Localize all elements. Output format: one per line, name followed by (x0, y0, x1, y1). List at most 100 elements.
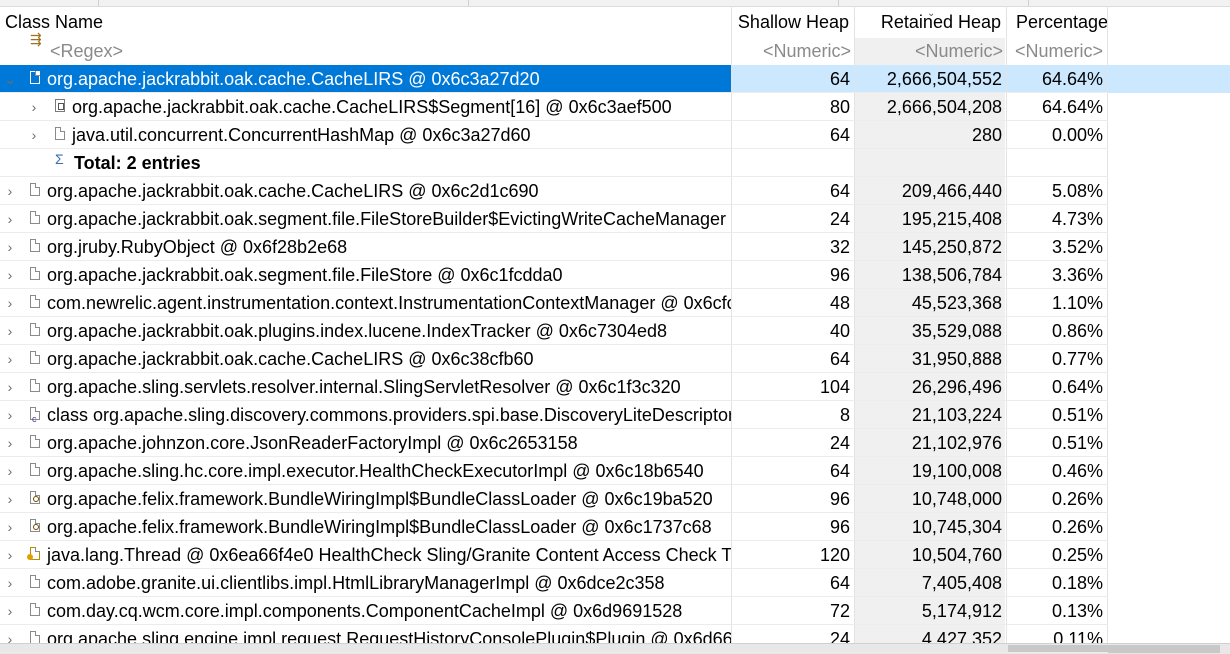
chevron-right-icon[interactable]: › (27, 121, 41, 149)
row-shallow: 64 (829, 181, 850, 201)
row-shallow: 24 (829, 433, 850, 453)
column-divider[interactable] (1006, 6, 1007, 646)
top-tab-strip (0, 0, 1230, 7)
sigma-icon: Σ (55, 151, 64, 167)
table-row[interactable]: › class org.apache.sling.discovery.common… (0, 401, 1230, 429)
chevron-right-icon[interactable]: › (3, 373, 17, 401)
row-shallow: 32 (829, 237, 850, 257)
table-header: Class Name Shallow Heap ⌄ Retained Heap P… (0, 8, 1230, 36)
table-row-selected[interactable]: ⌄ org.apache.jackrabbit.oak.cache.CacheL… (0, 65, 1230, 93)
table-row[interactable]: › com.adobe.granite.ui.clientlibs.impl.Ht… (0, 569, 1230, 597)
chevron-right-icon[interactable]: › (3, 345, 17, 373)
selected-row-name-cell: ⌄ org.apache.jackrabbit.oak.cache.CacheL… (0, 65, 731, 93)
regex-filter-input[interactable]: <Regex> (50, 37, 350, 65)
row-name: org.jruby.RubyObject @ 0x6f28b2e68 (47, 237, 348, 257)
row-divider (0, 344, 1108, 345)
row-name-cell: › org.jruby.RubyObject @ 0x6f28b2e68 (0, 233, 731, 261)
table-row[interactable]: › org.jruby.RubyObject @ 0x6f28b2e68 32 145… (0, 233, 1230, 261)
column-header-percentage[interactable]: Percentage (1006, 8, 1107, 36)
row-percentage: 0.18% (1051, 573, 1103, 593)
column-divider[interactable] (854, 6, 855, 646)
row-retained: 21,102,976 (911, 433, 1002, 453)
chevron-right-icon[interactable]: › (3, 513, 17, 541)
row-name: org.apache.jackrabbit.oak.cache.CacheLIR… (47, 181, 539, 201)
chevron-right-icon[interactable]: › (3, 205, 17, 233)
row-percentage: 4.73% (1051, 209, 1103, 229)
row-name: org.apache.felix.framework.BundleWiringI… (47, 489, 713, 509)
table-row[interactable]: › com.day.cq.wcm.core.impl.components.Com… (0, 597, 1230, 625)
row-shallow: 64 (829, 125, 850, 145)
chevron-right-icon[interactable]: › (3, 233, 17, 261)
table-row[interactable]: › org.apache.jackrabbit.oak.cache.CacheLI… (0, 93, 1230, 121)
row-retained: 21,103,224 (911, 405, 1002, 425)
chevron-down-icon[interactable]: ⌄ (3, 65, 17, 93)
object-icon (30, 323, 40, 336)
row-name: org.apache.jackrabbit.oak.segment.file.F… (47, 209, 731, 229)
object-icon (30, 575, 40, 588)
filter-icon: ⇶ (30, 31, 42, 47)
row-retained: 19,100,008 (911, 461, 1002, 481)
row-name: com.newrelic.agent.instrumentation.conte… (47, 293, 731, 313)
row-divider (0, 624, 1108, 625)
chevron-right-icon[interactable]: › (3, 569, 17, 597)
table-row[interactable]: › com.newrelic.agent.instrumentation.cont… (0, 289, 1230, 317)
row-retained: 31,950,888 (911, 349, 1002, 369)
chevron-right-icon[interactable]: › (3, 317, 17, 345)
row-shallow: 72 (829, 601, 850, 621)
table-row[interactable]: › org.apache.jackrabbit.oak.segment.file.… (0, 205, 1230, 233)
row-name: org.apache.jackrabbit.oak.plugins.index.… (47, 321, 667, 341)
table-row[interactable]: › org.apache.felix.framework.BundleWiring… (0, 513, 1230, 541)
row-name: org.apache.jackrabbit.oak.cache.CacheLIR… (47, 69, 540, 89)
table-row[interactable]: › org.apache.sling.servlets.resolver.inte… (0, 373, 1230, 401)
row-name: org.apache.jackrabbit.oak.segment.file.F… (47, 265, 563, 285)
row-retained: 10,504,760 (911, 545, 1002, 565)
chevron-right-icon[interactable]: › (3, 541, 17, 569)
chevron-right-icon[interactable]: › (3, 597, 17, 625)
thread-icon (27, 547, 40, 560)
table-row[interactable]: › org.apache.sling.hc.core.impl.executor.… (0, 457, 1230, 485)
row-percentage: 0.46% (1051, 461, 1103, 481)
column-header-class-name[interactable]: Class Name (0, 8, 736, 36)
table-row[interactable]: › org.apache.felix.framework.BundleWiring… (0, 485, 1230, 513)
row-percentage: 0.86% (1051, 321, 1103, 341)
column-divider[interactable] (1107, 6, 1108, 646)
object-icon (30, 211, 40, 224)
table-row[interactable]: › org.apache.jackrabbit.oak.plugins.index… (0, 317, 1230, 345)
row-shallow: 96 (829, 489, 850, 509)
table-row[interactable]: › org.apache.jackrabbit.oak.cache.CacheLI… (0, 345, 1230, 373)
row-divider (0, 232, 1108, 233)
chevron-right-icon[interactable]: › (3, 485, 17, 513)
chevron-right-icon[interactable]: › (3, 429, 17, 457)
row-percentage: 0.26% (1051, 489, 1103, 509)
chevron-right-icon[interactable]: › (3, 289, 17, 317)
column-divider[interactable] (731, 6, 732, 646)
chevron-right-icon[interactable]: › (3, 177, 17, 205)
chevron-right-icon[interactable]: › (3, 401, 17, 429)
column-header-shallow-heap[interactable]: Shallow Heap (732, 8, 853, 36)
chevron-right-icon[interactable]: › (3, 457, 17, 485)
row-divider (0, 176, 1108, 177)
table-row[interactable]: › org.apache.jackrabbit.oak.cache.CacheLI… (0, 177, 1230, 205)
table-row[interactable]: › java.lang.Thread @ 0x6ea66f4e0 HealthCh… (0, 541, 1230, 569)
table-row[interactable]: › java.util.concurrent.ConcurrentHashMap … (0, 121, 1230, 149)
row-percentage: 0.64% (1051, 377, 1103, 397)
row-name-cell: › java.lang.Thread @ 0x6ea66f4e0 HealthCh… (0, 541, 731, 569)
shallow-filter-input[interactable]: <Numeric> (732, 37, 853, 65)
chevron-right-icon[interactable]: › (3, 261, 17, 289)
row-retained: 138,506,784 (901, 265, 1002, 285)
row-name-cell: › org.apache.sling.hc.core.impl.executor.… (0, 457, 731, 485)
chevron-right-icon[interactable]: › (27, 93, 41, 121)
percentage-filter-input[interactable]: <Numeric> (1006, 37, 1107, 65)
retained-filter-input[interactable]: <Numeric> (855, 37, 1005, 65)
row-divider (0, 288, 1108, 289)
table-row[interactable]: › org.apache.johnzon.core.JsonReaderFacto… (0, 429, 1230, 457)
row-percentage: 0.25% (1051, 545, 1103, 565)
row-name-cell: › org.apache.jackrabbit.oak.cache.CacheLI… (0, 93, 731, 121)
row-name: com.adobe.granite.ui.clientlibs.impl.Htm… (47, 573, 665, 593)
column-header-retained-heap[interactable]: ⌄ Retained Heap (855, 8, 1005, 36)
row-name-cell: › org.apache.sling.servlets.resolver.inte… (0, 373, 731, 401)
row-shallow: 24 (829, 209, 850, 229)
row-shallow: 64 (829, 573, 850, 593)
row-shallow: 96 (829, 517, 850, 537)
table-row[interactable]: › org.apache.jackrabbit.oak.segment.file.… (0, 261, 1230, 289)
